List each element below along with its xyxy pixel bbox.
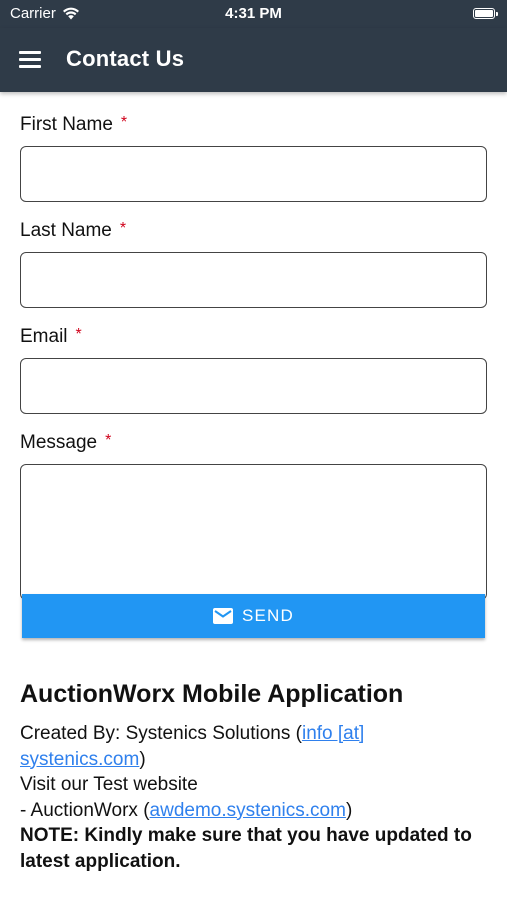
- send-button-label: SEND: [241, 606, 295, 625]
- email-label-text: Email: [20, 326, 68, 347]
- mail-icon: [212, 608, 233, 624]
- battery-icon: [473, 8, 498, 19]
- last-name-label-text: Last Name: [20, 220, 112, 241]
- visit-text: Visit our Test website: [20, 774, 198, 795]
- required-mark: *: [119, 220, 127, 237]
- email-link-part1: info [at]: [301, 723, 365, 744]
- created-by-suffix: ): [139, 748, 146, 770]
- update-note: NOTE: Kindly make sure that you have upd…: [20, 825, 472, 872]
- message-label-text: Message: [20, 432, 98, 453]
- last-name-label: Last Name *: [20, 216, 487, 246]
- site-suffix: ): [345, 799, 353, 821]
- required-mark: *: [120, 114, 128, 131]
- required-mark: *: [75, 326, 82, 343]
- first-name-input[interactable]: [20, 146, 487, 202]
- email-label: Email *: [20, 322, 487, 352]
- website-link[interactable]: awdemo.systenics.com: [150, 800, 346, 821]
- created-by-text: Created By: Systenics Solutions (: [20, 723, 302, 744]
- email-link-part2: systenics.com: [20, 748, 140, 770]
- app-header: Contact Us: [0, 28, 507, 92]
- app-info: AuctionWorx Mobile Application Created B…: [20, 680, 490, 874]
- site-prefix: - AuctionWorx (: [20, 799, 150, 821]
- hamburger-menu-icon[interactable]: [19, 51, 41, 69]
- page-title: Contact Us: [66, 46, 185, 71]
- message-label: Message *: [20, 428, 487, 458]
- app-info-title: AuctionWorx Mobile Application: [20, 680, 404, 708]
- contact-form: First Name * Last Name * Email * Message *: [20, 110, 487, 600]
- last-name-input[interactable]: [20, 252, 487, 308]
- status-time: 4:31 PM: [225, 5, 282, 22]
- app-info-text: Created By: Systenics Solutions (info [a…: [20, 721, 490, 874]
- first-name-label-text: First Name: [20, 114, 113, 135]
- required-mark: *: [105, 432, 112, 449]
- send-button[interactable]: SEND: [22, 594, 485, 638]
- status-bar: Carrier 4:31 PM: [0, 0, 507, 28]
- message-textarea[interactable]: [20, 464, 487, 600]
- email-input[interactable]: [20, 358, 487, 414]
- first-name-label: First Name *: [20, 110, 487, 140]
